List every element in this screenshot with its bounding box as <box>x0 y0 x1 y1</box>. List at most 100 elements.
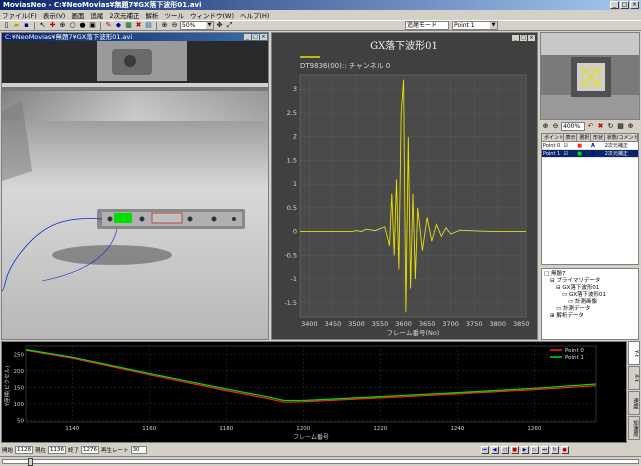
tab-2[interactable]: 速度 <box>628 391 640 415</box>
table-row[interactable]: Point 1 ☑ ■ A 2次元補正 <box>542 150 638 158</box>
minimize-button[interactable]: _ <box>512 35 519 41</box>
open-folder-icon[interactable]: ▰ <box>12 21 21 30</box>
target-icon[interactable]: ⊕ <box>58 21 67 30</box>
column-header[interactable]: 表示 <box>564 134 578 141</box>
last-frame-icon[interactable]: ⏭ <box>540 446 549 454</box>
column-header[interactable]: 選択 <box>577 134 592 141</box>
tree-item[interactable]: ▭ 計測データ <box>544 306 636 313</box>
table-row[interactable]: Point 0 ☑ ■ A 2次元補正 <box>542 142 638 150</box>
point-color-icon[interactable]: ■ <box>577 142 591 149</box>
move-icon[interactable]: ✥ <box>215 21 224 30</box>
mode-combo[interactable]: 追尾モード <box>405 21 449 30</box>
menu-item-4[interactable]: 2次元補正 <box>109 10 139 20</box>
window-controls: _ □ × <box>610 1 639 9</box>
xy-icon[interactable]: ✖ <box>134 21 143 30</box>
new-file-icon[interactable]: ▯ <box>2 21 11 30</box>
prev-frame-icon[interactable]: ◀ <box>490 446 499 454</box>
tree-item-label: 解析データ <box>556 313 584 319</box>
close-button[interactable]: × <box>528 35 535 41</box>
menu-item-3[interactable]: 追尾 <box>90 10 103 20</box>
menu-item-7[interactable]: ウィンドウ(W) <box>190 10 234 20</box>
mode-label: 追尾モード <box>407 22 438 29</box>
next-frame-icon[interactable]: ▷ <box>530 446 539 454</box>
tab-1[interactable]: X-t <box>628 366 640 390</box>
chart-icon[interactable]: ▤ <box>144 21 153 30</box>
tree-item[interactable]: ▭ GX落下波形01 <box>544 292 636 299</box>
maximize-button[interactable]: □ <box>620 1 629 9</box>
x-tick-label: 1180 <box>219 426 233 432</box>
tree-item[interactable]: ▭ 計測画像 <box>544 299 636 306</box>
close-button[interactable]: × <box>630 1 639 9</box>
refresh-icon[interactable]: ↻ <box>606 122 615 131</box>
track-icon[interactable]: ◆ <box>114 21 123 30</box>
play-reverse-icon[interactable]: ◁ <box>500 446 509 454</box>
menu-item-2[interactable]: 画面 <box>71 10 84 20</box>
close-button[interactable]: × <box>260 34 267 40</box>
first-frame-icon[interactable]: ⏮ <box>480 446 489 454</box>
zoom-in-icon[interactable]: ⊕ <box>541 122 550 131</box>
visible-checkbox-icon[interactable]: ☑ <box>564 150 578 157</box>
y-tick-label: 1 <box>293 180 297 188</box>
pointer-icon[interactable]: ↖ <box>38 21 47 30</box>
column-header[interactable]: ポイント <box>542 134 564 141</box>
visible-checkbox-icon[interactable]: ☑ <box>564 142 578 149</box>
video-frame[interactable] <box>1 41 268 339</box>
trajectory-chart[interactable]: 250 200 150 100 50 1140 1160 1180 1200 1220 1240 1… <box>2 342 626 442</box>
pen-icon[interactable]: ✎ <box>104 21 113 30</box>
zoom-out-icon[interactable]: ⊖ <box>551 122 560 131</box>
zoom-out-icon[interactable]: ⊖ <box>170 21 179 30</box>
speed-field[interactable]: 30 <box>130 446 147 454</box>
fit-icon[interactable]: ⤢ <box>225 21 234 30</box>
shape-icon[interactable]: A <box>591 150 605 157</box>
menu-item-5[interactable]: 解析 <box>145 10 158 20</box>
target-icon[interactable]: ⊕ <box>626 122 635 131</box>
tree-item[interactable]: ⊞ 解析データ <box>544 313 636 320</box>
point-status: 2次元補正 <box>604 143 628 149</box>
cross-icon[interactable]: ✖ <box>596 122 605 131</box>
stop-icon[interactable]: ■ <box>510 446 519 454</box>
preview-zoom-combo[interactable]: 400% <box>561 122 585 131</box>
play-icon[interactable]: ▶ <box>520 446 529 454</box>
zoom-combo[interactable]: 50% ▼ <box>180 21 214 30</box>
tree-item[interactable]: ⊟ GX落下波形01 <box>544 285 636 292</box>
current-frame-field[interactable]: 1136 <box>48 446 67 454</box>
menu-item-1[interactable]: 表示(V) <box>43 10 66 20</box>
circle-icon[interactable]: ○ <box>68 21 77 30</box>
column-header[interactable]: 状態/コメント <box>605 134 638 141</box>
zoom-in-icon[interactable]: ⊕ <box>160 21 169 30</box>
point-color-icon[interactable]: ■ <box>577 150 591 157</box>
tab-0[interactable]: Y-t <box>628 341 640 365</box>
loop-icon[interactable]: ↻ <box>550 446 559 454</box>
menu-item-0[interactable]: ファイル(F) <box>2 10 37 20</box>
maximize-button[interactable]: □ <box>252 34 259 40</box>
save-icon[interactable]: ▪ <box>22 21 31 30</box>
minimize-button[interactable]: _ <box>610 1 619 9</box>
waveform-x-axis-label: フレーム番号(No) <box>387 329 440 337</box>
shape-icon[interactable]: A <box>591 142 605 149</box>
frame-slider[interactable] <box>0 456 641 466</box>
point-add-icon[interactable]: ✚ <box>48 21 57 30</box>
menu-item-8[interactable]: ヘルプ(H) <box>240 10 269 20</box>
y-tick-label: 100 <box>14 402 25 408</box>
zoom-preview-image[interactable] <box>541 33 639 119</box>
maximize-button[interactable]: □ <box>520 35 527 41</box>
record-icon[interactable]: ● <box>560 446 569 454</box>
tab-3[interactable]: 加速度 <box>628 416 640 440</box>
tree-item[interactable]: □ 無題7 <box>544 271 636 278</box>
slider-thumb[interactable] <box>28 458 33 466</box>
grid-icon[interactable]: ▦ <box>616 122 625 131</box>
dot-icon[interactable]: ● <box>78 21 87 30</box>
waveform-chart[interactable]: GX落下波形01 DT9836(00):: チャンネル 0 32.521.510… <box>272 33 537 339</box>
minimize-button[interactable]: _ <box>244 34 251 40</box>
app-title-bar: MoviasNeo - C:¥NeoMovias¥無題7¥GX落下波形01.av… <box>0 0 641 10</box>
end-frame-field[interactable]: 1276 <box>81 446 100 454</box>
start-frame-field[interactable]: 1128 <box>15 446 34 454</box>
undo-icon[interactable]: ↶ <box>586 122 595 131</box>
column-header[interactable]: 形状 <box>591 134 605 141</box>
grid-icon[interactable]: ▦ <box>124 21 133 30</box>
y-tick-label: 50 <box>17 418 24 424</box>
point-select-combo[interactable]: Point 1 ▼ <box>452 21 498 30</box>
menu-item-6[interactable]: ツール <box>164 10 184 20</box>
square-icon[interactable]: ▣ <box>88 21 97 30</box>
tree-item[interactable]: ⊟ プライマリデータ <box>544 278 636 285</box>
